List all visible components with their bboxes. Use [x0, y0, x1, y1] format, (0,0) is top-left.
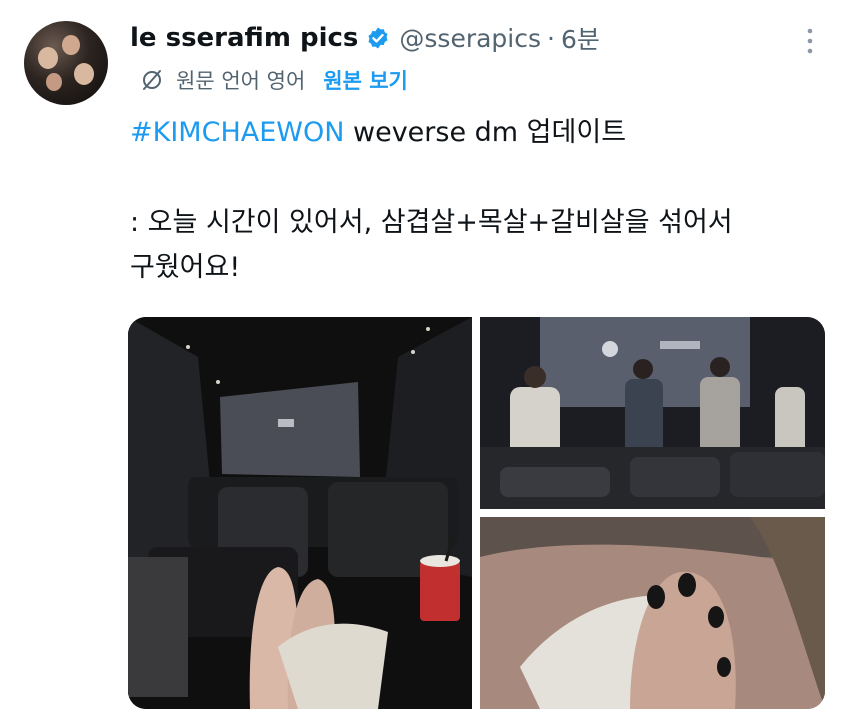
more-options-icon[interactable]	[804, 26, 816, 56]
translation-row: 원문 언어 영어 원본 보기	[140, 64, 408, 96]
face-covered-hand-photo[interactable]	[480, 517, 825, 709]
translation-label: 원문 언어 영어	[176, 69, 306, 93]
tweet-header: le sserafim pics @sserapics · 6분	[130, 18, 780, 58]
verified-badge-icon	[368, 27, 388, 49]
tweet-text: #KIMCHAEWON weverse dm 업데이트 : 오늘 시간이 있어서…	[130, 110, 820, 290]
display-name[interactable]: le sserafim pics	[130, 23, 358, 53]
separator-dot: ·	[547, 23, 555, 53]
view-original-link[interactable]: 원본 보기	[323, 65, 408, 95]
theater-screen-audience-photo[interactable]	[480, 317, 825, 509]
tweet-text-line-1-rest: weverse dm 업데이트	[344, 117, 627, 148]
movie-theater-seat-photo[interactable]	[128, 317, 472, 709]
avatar[interactable]	[24, 21, 108, 105]
author-handle[interactable]: @sserapics	[399, 24, 541, 53]
timestamp[interactable]: 6분	[561, 20, 600, 56]
translate-slash-icon	[143, 70, 161, 90]
tweet-text-line-2: : 오늘 시간이 있어서, 삼겹살+목살+갈비살을 섞어서	[130, 207, 733, 238]
tweet-text-line-1: #KIMCHAEWON weverse dm 업데이트	[130, 110, 820, 155]
media-grid	[128, 317, 825, 709]
tweet-text-line-3: 구웠어요!	[130, 252, 241, 283]
hashtag-link[interactable]: #KIMCHAEWON	[130, 117, 344, 148]
